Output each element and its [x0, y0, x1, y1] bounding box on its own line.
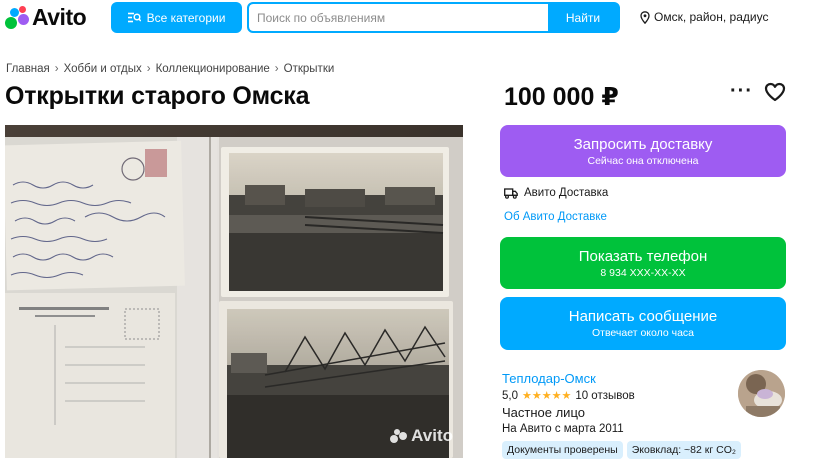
request-delivery-button[interactable]: Запросить доставку Сейчас она отключена	[500, 125, 786, 177]
phone-number-masked: 8 934 XXX-XX-XX	[600, 266, 686, 279]
breadcrumb-separator: ›	[146, 63, 151, 75]
write-message-button[interactable]: Написать сообщение Отвечает около часа	[500, 297, 786, 350]
search-button[interactable]: Найти	[548, 4, 618, 31]
show-phone-label: Показать телефон	[578, 247, 708, 265]
more-icon[interactable]: ···	[730, 80, 753, 103]
breadcrumb-separator: ›	[274, 63, 279, 75]
response-time-label: Отвечает около часа	[591, 327, 695, 339]
listing-photo[interactable]: Avito	[5, 125, 463, 458]
avito-watermark-icon	[390, 429, 408, 443]
rating-value: 5,0	[502, 389, 518, 402]
seller-badges: Документы проверены Эковклад: ~82 кг CO₂	[502, 441, 741, 459]
watermark-text: Avito	[411, 426, 453, 445]
logo-text: Avito	[32, 4, 87, 30]
breadcrumb-separator: ›	[54, 63, 59, 75]
about-delivery-link[interactable]: Об Авито Доставке	[504, 211, 607, 223]
request-delivery-sublabel: Сейчас она отключена	[587, 154, 699, 167]
seller-since: На Авито с марта 2011	[502, 423, 624, 435]
write-message-label: Написать сообщение	[568, 308, 718, 325]
breadcrumb-item-collecting[interactable]: Коллекционирование	[156, 63, 270, 75]
location-label: Омск, район, радиус	[654, 10, 769, 24]
location-pin-icon	[640, 10, 650, 24]
breadcrumb: Главная › Хобби и отдых › Коллекциониров…	[6, 63, 334, 75]
postcards-album-image	[5, 125, 463, 458]
avito-logo[interactable]: Avito	[5, 4, 87, 31]
all-categories-label: Все категории	[146, 10, 226, 25]
show-phone-button[interactable]: Показать телефон 8 934 XXX-XX-XX	[500, 237, 786, 289]
page-title: Открытки старого Омска	[5, 82, 310, 110]
search-input[interactable]	[249, 4, 548, 31]
avatar-image	[738, 370, 785, 417]
seller-name-link[interactable]: Теплодар-Омск	[502, 371, 596, 386]
badge-eco-contribution[interactable]: Эковклад: ~82 кг CO₂	[626, 441, 741, 459]
breadcrumb-item-postcards[interactable]: Открытки	[284, 63, 335, 75]
heart-icon[interactable]	[764, 82, 786, 102]
avito-delivery-info: Авито Доставка	[504, 187, 608, 199]
seller-rating: 5,0 ★★★★★ 10 отзывов	[502, 389, 635, 403]
request-delivery-label: Запросить доставку	[573, 135, 713, 153]
seller-avatar[interactable]	[738, 370, 785, 417]
search-categories-icon	[127, 12, 141, 23]
badge-documents-verified: Документы проверены	[502, 441, 623, 459]
seller-type: Частное лицо	[502, 405, 585, 420]
avito-logo-icon	[5, 5, 29, 30]
location-selector[interactable]: Омск, район, радиус	[640, 10, 768, 24]
reviews-link[interactable]: 10 отзывов	[575, 390, 634, 402]
truck-icon	[504, 187, 518, 199]
avito-delivery-label: Авито Доставка	[524, 187, 609, 199]
all-categories-button[interactable]: Все категории	[111, 2, 242, 33]
photo-watermark: Avito	[390, 426, 453, 446]
breadcrumb-item-hobby[interactable]: Хобби и отдых	[64, 63, 142, 75]
search-bar: Найти	[247, 2, 620, 33]
rating-stars-icon: ★★★★★	[522, 390, 572, 402]
price: 100 000 ₽	[504, 83, 619, 111]
breadcrumb-item-home[interactable]: Главная	[6, 63, 50, 75]
